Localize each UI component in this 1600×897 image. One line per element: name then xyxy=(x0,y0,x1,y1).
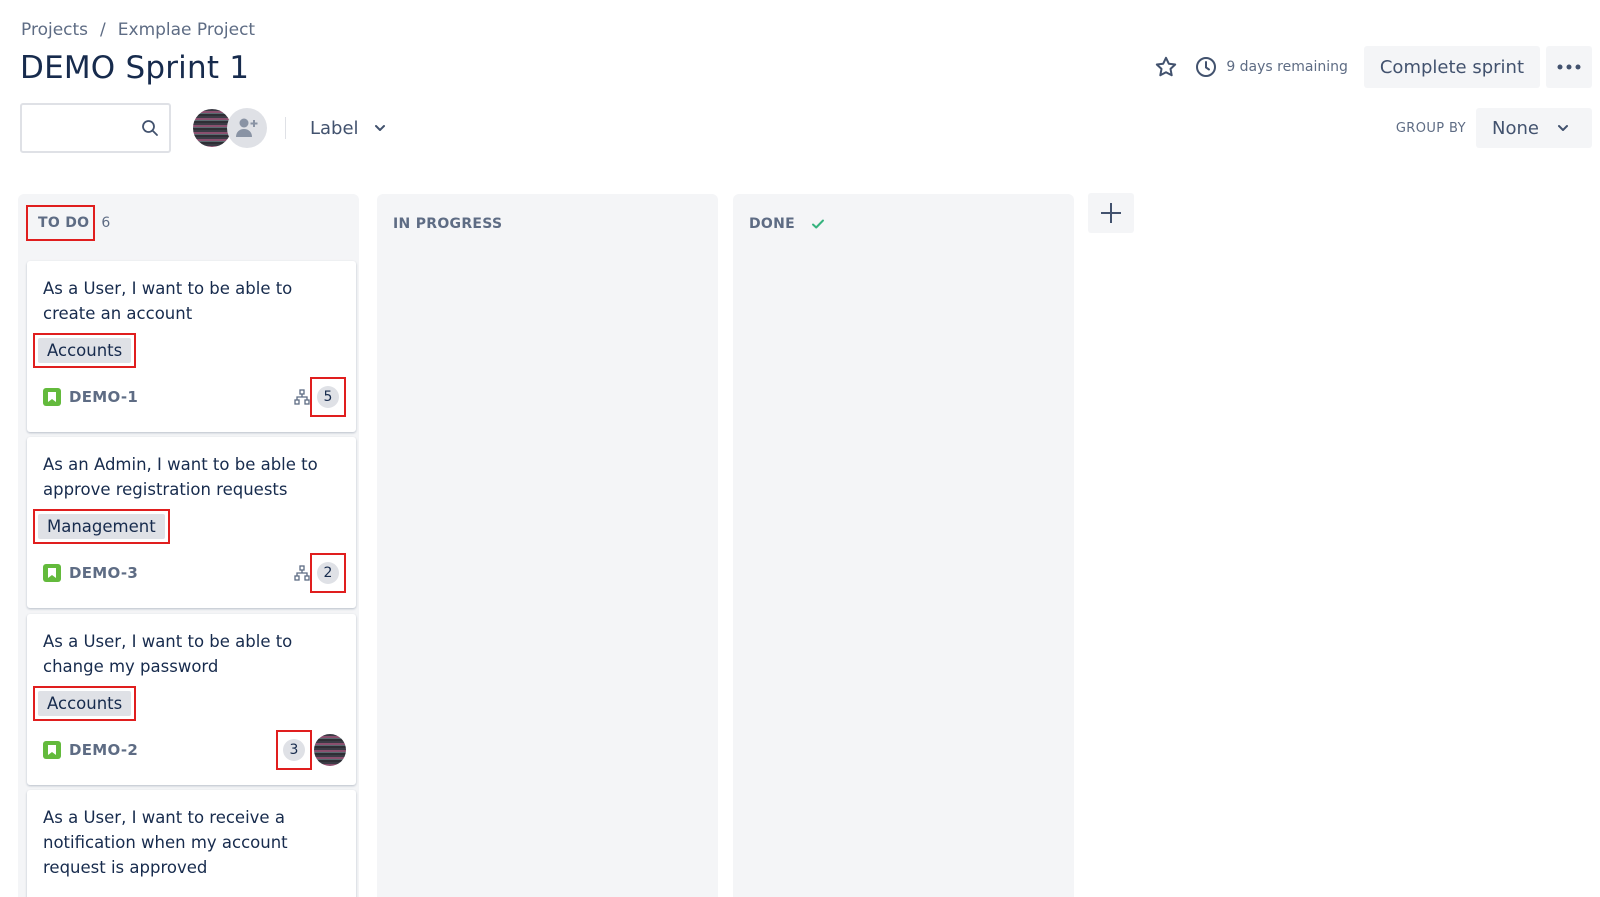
story-points-badge: 2 xyxy=(317,562,339,584)
subtask-icon xyxy=(294,389,310,405)
column-title: TO DO xyxy=(26,205,96,241)
breadcrumb-separator: / xyxy=(100,20,106,40)
story-icon xyxy=(43,741,61,759)
column-title: DONE xyxy=(749,216,796,232)
issue-card[interactable]: As a User, I want to be able to create a… xyxy=(27,261,356,432)
assignee-avatar[interactable] xyxy=(314,734,346,766)
story-points-highlight: 5 xyxy=(310,377,346,417)
header-actions: 9 days remaining Complete sprint xyxy=(1152,46,1592,88)
story-points-highlight: 3 xyxy=(276,730,312,770)
search-input[interactable] xyxy=(22,105,132,149)
issue-key[interactable]: DEMO-2 xyxy=(69,741,138,759)
group-by-select[interactable]: None xyxy=(1476,108,1592,148)
page-title: DEMO Sprint 1 xyxy=(20,50,250,86)
complete-sprint-button[interactable]: Complete sprint xyxy=(1363,46,1540,88)
clock-icon xyxy=(1194,55,1218,79)
toolbar-divider xyxy=(285,117,286,139)
column-in-progress: IN PROGRESS xyxy=(377,194,718,897)
check-icon xyxy=(812,219,825,229)
issue-summary: As a User, I want to receive a notificat… xyxy=(43,808,288,877)
issue-label: Management xyxy=(33,509,170,544)
chevron-down-icon xyxy=(1558,125,1568,131)
issue-card-footer: DEMO-2 3 xyxy=(43,730,346,770)
issue-summary: As an Admin, I want to be able to approv… xyxy=(43,455,318,499)
column-issue-count: 6 xyxy=(101,215,111,231)
more-icon xyxy=(1557,64,1581,70)
chevron-down-icon xyxy=(374,125,385,131)
issue-card[interactable]: As an Admin, I want to be able to approv… xyxy=(27,437,356,608)
group-by-label: GROUP BY xyxy=(1395,120,1466,136)
issue-key[interactable]: DEMO-1 xyxy=(69,388,138,406)
story-points-highlight: 2 xyxy=(310,553,346,593)
column-header: DONE xyxy=(749,216,825,232)
board-toolbar: Label GROUP BY None xyxy=(20,103,1592,153)
issue-card[interactable]: As a User, I want to receive a notificat… xyxy=(27,790,356,897)
breadcrumb-project-link[interactable]: Exmplae Project xyxy=(118,20,255,40)
add-people-button[interactable] xyxy=(227,108,267,148)
story-points-badge: 5 xyxy=(317,386,339,408)
issue-label: Accounts xyxy=(33,333,137,368)
issue-summary: As a User, I want to be able to create a… xyxy=(43,279,293,323)
group-by-value: None xyxy=(1492,117,1539,139)
story-points-badge: 3 xyxy=(283,739,305,761)
column-todo: TO DO 6 As a User, I want to be able to … xyxy=(18,194,359,897)
issue-card-footer: DEMO-3 2 xyxy=(43,553,346,593)
story-icon xyxy=(43,564,61,582)
issue-key[interactable]: DEMO-3 xyxy=(69,564,138,582)
days-remaining-text: 9 days remaining xyxy=(1226,59,1348,75)
issue-card[interactable]: As a User, I want to be able to change m… xyxy=(27,614,356,785)
breadcrumb-projects-link[interactable]: Projects xyxy=(21,20,88,40)
add-column-button[interactable] xyxy=(1088,193,1134,233)
star-icon[interactable] xyxy=(1152,53,1180,81)
issue-summary: As a User, I want to be able to change m… xyxy=(43,632,293,676)
assignee-filter xyxy=(191,107,267,149)
subtask-icon xyxy=(294,565,310,581)
label-filter-text: Label xyxy=(310,117,359,139)
column-done: DONE xyxy=(733,194,1074,897)
breadcrumb: Projects / Exmplae Project xyxy=(21,20,255,40)
more-actions-button[interactable] xyxy=(1546,46,1592,88)
plus-icon xyxy=(1101,203,1121,223)
search-box xyxy=(20,103,171,153)
column-title: IN PROGRESS xyxy=(393,216,503,232)
issue-label: Accounts xyxy=(33,686,137,721)
label-filter-dropdown[interactable]: Label xyxy=(310,118,387,139)
search-icon[interactable] xyxy=(141,119,159,137)
column-header: IN PROGRESS xyxy=(393,216,502,232)
issue-card-footer: DEMO-1 5 xyxy=(43,377,346,417)
column-header: TO DO 6 xyxy=(26,205,111,241)
add-people-icon xyxy=(236,118,258,137)
story-icon xyxy=(43,388,61,406)
